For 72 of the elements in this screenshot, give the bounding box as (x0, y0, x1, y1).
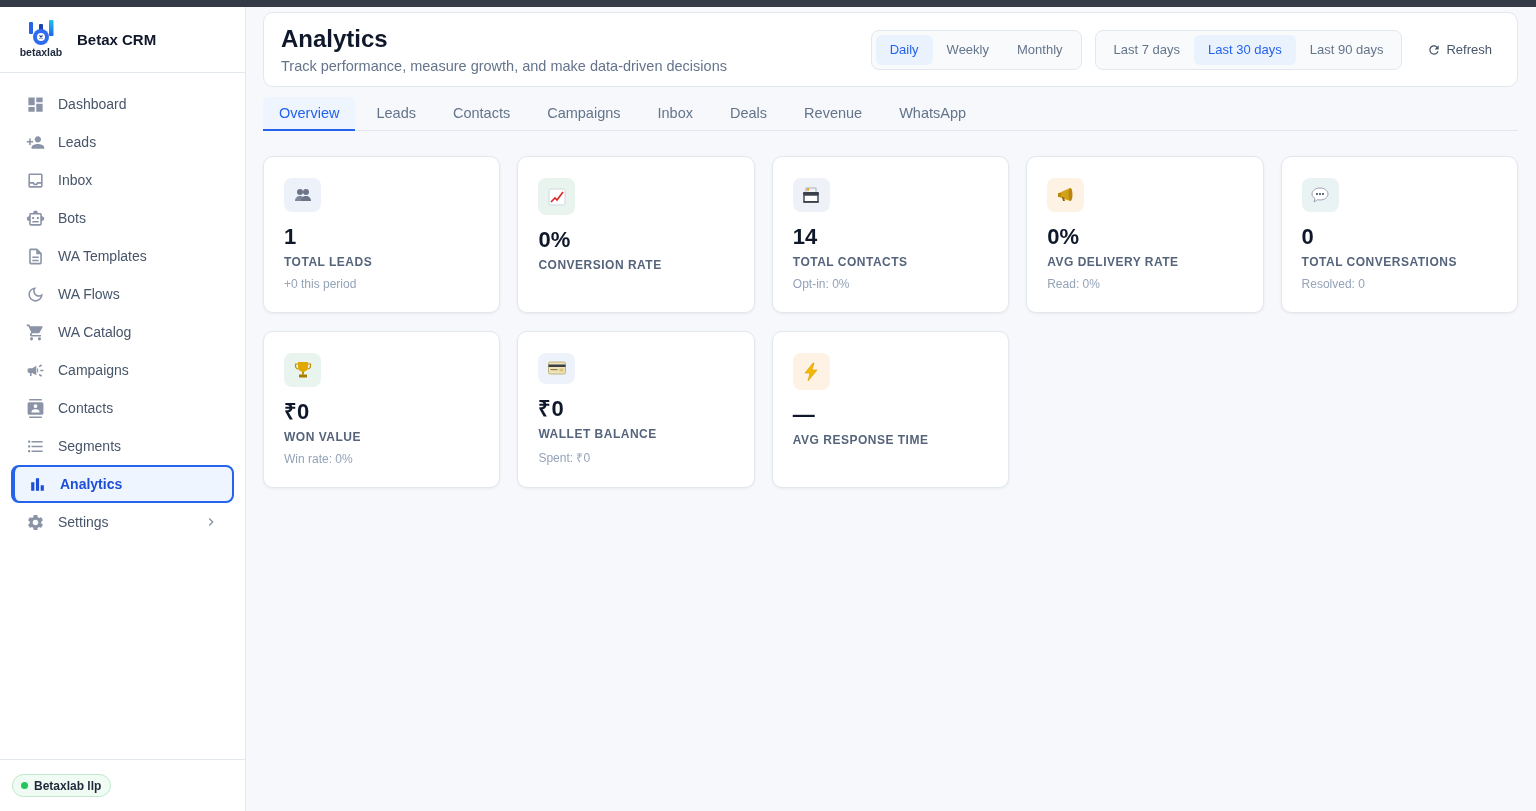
date-range-button[interactable]: Last 90 days (1295, 34, 1398, 65)
stat-value: 0% (538, 227, 571, 254)
date-range-button[interactable]: Last 30 days (1194, 34, 1296, 65)
tab[interactable]: WhatsApp (883, 97, 983, 131)
nav-item[interactable]: Analytics (11, 465, 234, 503)
cart-icon (26, 322, 45, 342)
granularity-button[interactable]: Daily (875, 34, 933, 65)
nav-item[interactable]: Inbox (11, 161, 234, 199)
refresh-button[interactable]: Refresh (1415, 34, 1504, 65)
line-chart-icon (538, 178, 576, 215)
stat-note: Win rate: 0% (284, 452, 353, 466)
inbox-icon (26, 170, 45, 190)
stat-note: +0 this period (284, 277, 357, 291)
document-icon (26, 246, 45, 266)
logo-text: betaxlab (19, 47, 63, 59)
stat-label: TOTAL CONTACTS (792, 255, 908, 269)
stat-note: Read: 0% (1047, 277, 1100, 291)
nav-item[interactable]: Dashboard (11, 85, 234, 123)
stat-note: Opt-in: 0% (792, 277, 850, 291)
nav-item[interactable]: Contacts (11, 389, 234, 427)
stat-note: Resolved: 0 (1301, 277, 1365, 291)
stat-label: TOTAL LEADS (284, 255, 373, 269)
robot-icon (26, 208, 45, 228)
stat-value: 1 (284, 223, 297, 250)
file-box-icon (792, 178, 830, 212)
credit-card-icon (538, 353, 576, 384)
granularity-button[interactable]: Weekly (932, 34, 1003, 65)
stat-value: ₹0 (538, 395, 564, 422)
tab[interactable]: Inbox (641, 97, 709, 131)
megaphone-icon (1047, 178, 1085, 212)
lightning-icon (792, 353, 830, 390)
logo-icon (26, 20, 56, 48)
settings-icon (26, 512, 45, 532)
stat-value: 0% (1047, 223, 1079, 250)
tab[interactable]: Campaigns (531, 97, 637, 131)
brand-name: Betax CRM (77, 31, 157, 48)
nav-item[interactable]: WA Flows (11, 275, 234, 313)
nav-item[interactable]: Segments (11, 427, 234, 465)
stat-label: CONVERSION RATE (538, 258, 662, 273)
tab[interactable]: Revenue (788, 97, 879, 131)
people-icon (284, 178, 321, 212)
stat-value: ₹0 (284, 398, 310, 425)
date-range-button[interactable]: Last 7 days (1099, 34, 1195, 65)
stat-label: AVG RESPONSE TIME (792, 433, 929, 448)
tab[interactable]: Contacts (436, 97, 527, 131)
nav-item[interactable]: Leads (11, 123, 234, 161)
page-subtitle: Track performance, measure growth, and make data-driven decisions (281, 57, 727, 74)
stat-note: Spent: ₹0 (538, 450, 591, 466)
tab[interactable]: Leads (360, 97, 432, 131)
page-title: Analytics (281, 25, 389, 53)
nav-item[interactable]: WA Templates (11, 237, 234, 275)
tab[interactable]: Overview (263, 97, 356, 131)
stat-value: 0 (1301, 223, 1314, 250)
stat-value: — (792, 402, 815, 429)
stat-label: AVG DELIVERY RATE (1047, 255, 1179, 269)
speech-bubble-icon (1301, 178, 1339, 212)
workspace-name: Betaxlab llp (34, 778, 102, 793)
stat-label: WON VALUE (284, 430, 361, 444)
tab[interactable]: Deals (714, 97, 784, 131)
stat-value: 14 (792, 223, 818, 250)
stat-label: WALLET BALANCE (538, 427, 657, 441)
nav-item[interactable]: Settings (11, 503, 234, 541)
refresh-icon (1427, 42, 1442, 57)
nav-item[interactable]: Campaigns (11, 351, 234, 389)
moon-icon (26, 284, 45, 304)
granularity-button[interactable]: Monthly (1003, 34, 1077, 65)
contact-card-icon (26, 398, 45, 418)
nav-item[interactable]: Bots (11, 199, 234, 237)
dashboard-icon (26, 94, 45, 114)
trophy-icon (284, 353, 321, 387)
stat-label: TOTAL CONVERSATIONS (1301, 255, 1457, 269)
nav-item[interactable]: WA Catalog (11, 313, 234, 351)
